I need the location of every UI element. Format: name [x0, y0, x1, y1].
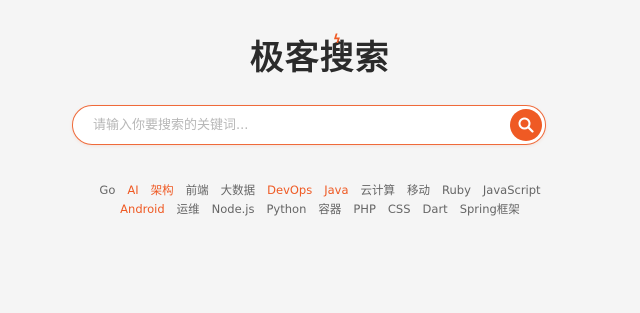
site-logo-text: 极客搜索 — [250, 38, 390, 78]
hot-tags-list: Go AI 架构 前端 大数据 DevOps Java 云计算 移动 Ruby JavaScript… — [70, 181, 570, 219]
tag-link[interactable]: Node.js — [212, 200, 255, 219]
tag-link[interactable]: Spring框架 — [460, 200, 520, 219]
tag-link[interactable]: 移动 — [407, 181, 430, 200]
tag-link[interactable]: DevOps — [267, 181, 312, 200]
tag-link[interactable]: 运维 — [177, 200, 200, 219]
site-logo: 极客搜索 ϟ — [0, 30, 640, 79]
tag-link[interactable]: CSS — [388, 200, 411, 219]
search-bar — [72, 105, 546, 145]
search-input[interactable] — [93, 106, 503, 144]
tag-link[interactable]: AI — [127, 181, 138, 200]
tag-link[interactable]: Go — [99, 181, 115, 200]
tag-link[interactable]: 架构 — [151, 181, 174, 200]
tag-link[interactable]: PHP — [353, 200, 376, 219]
tag-link[interactable]: 容器 — [318, 200, 341, 219]
tag-link[interactable]: 云计算 — [361, 181, 396, 200]
tag-link[interactable]: Ruby — [442, 181, 471, 200]
tag-link[interactable]: 前端 — [186, 181, 209, 200]
tag-link[interactable]: Dart — [423, 200, 448, 219]
search-button[interactable] — [510, 109, 542, 141]
tag-link[interactable]: JavaScript — [483, 181, 541, 200]
lightning-icon: ϟ — [333, 32, 342, 46]
tag-link[interactable]: 大数据 — [221, 181, 256, 200]
search-icon — [518, 117, 534, 133]
tag-link[interactable]: Python — [267, 200, 307, 219]
tag-link[interactable]: Java — [324, 181, 348, 200]
tag-link[interactable]: Android — [120, 200, 164, 219]
